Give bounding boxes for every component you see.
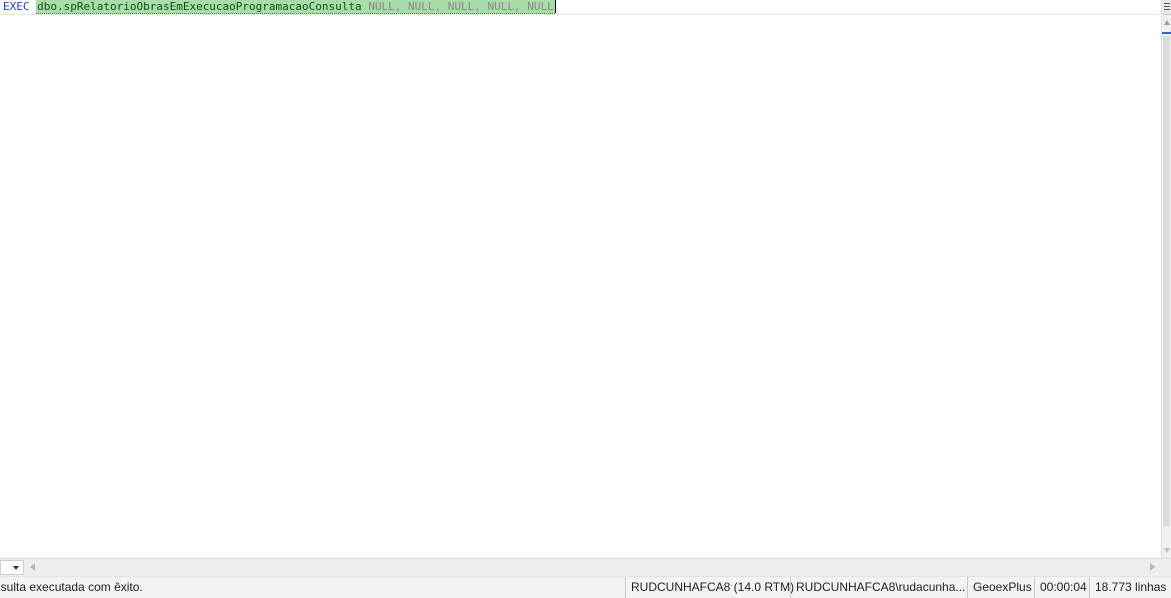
arrow-left-icon[interactable] <box>30 563 35 571</box>
procedure-name: dbo.spRelatorioObrasEmExecucaoProgramaca… <box>37 0 362 13</box>
arrow-right-icon[interactable] <box>1150 563 1155 571</box>
zoom-dropdown[interactable] <box>0 560 24 575</box>
status-elapsed-time: 00:00:04 <box>1034 577 1089 598</box>
status-message: nsulta executada com êxito. <box>0 580 143 594</box>
status-bar: nsulta executada com êxito. RUDCUNHAFCA8… <box>0 576 1171 598</box>
selected-statement[interactable]: dbo.spRelatorioObrasEmExecucaoProgramaca… <box>36 0 555 14</box>
scroll-position-marker <box>1162 32 1171 34</box>
chevron-down-icon <box>13 566 19 570</box>
procedure-arguments: NULL, NULL, NULL, NULL, NULL <box>368 0 554 13</box>
text-caret <box>554 0 556 13</box>
arrow-down-icon[interactable] <box>1164 548 1170 553</box>
code-line-1[interactable]: EXEC dbo.spRelatorioObrasEmExecucaoProgr… <box>0 0 1159 15</box>
vertical-scroll-thumb[interactable] <box>1163 36 1170 526</box>
status-database: GeoexPlus <box>967 577 1034 598</box>
status-server: RUDCUNHAFCA8 (14.0 RTM) <box>625 577 794 598</box>
vertical-scrollbar[interactable] <box>1161 0 1171 558</box>
query-editor[interactable]: EXEC dbo.spRelatorioObrasEmExecucaoProgr… <box>0 0 1161 558</box>
status-user: RUDCUNHAFCA8\rudacunha... <box>790 577 967 598</box>
split-lines-icon[interactable] <box>1163 0 1171 15</box>
arrow-up-icon[interactable] <box>1164 20 1170 25</box>
exec-keyword: EXEC <box>3 0 30 13</box>
status-row-count: 18.773 linhas <box>1089 577 1171 598</box>
horizontal-scrollbar[interactable] <box>0 558 1171 576</box>
